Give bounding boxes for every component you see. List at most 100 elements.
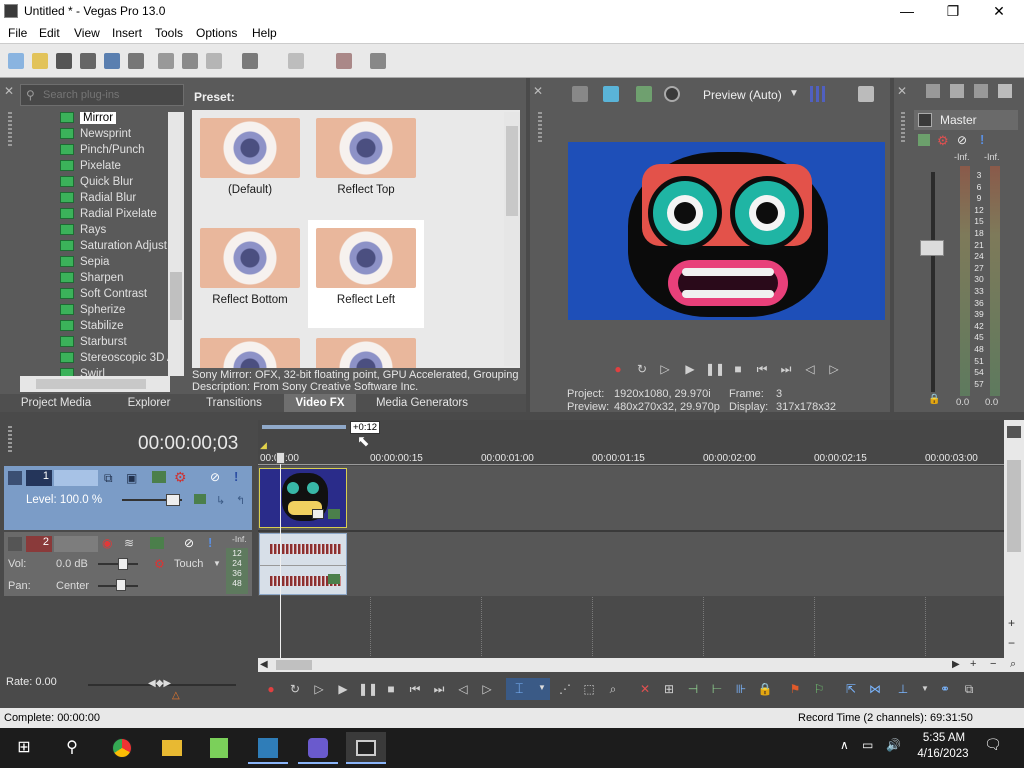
- close-button[interactable]: ✕: [976, 0, 1022, 22]
- previous-frame-icon[interactable]: ◁: [801, 360, 819, 378]
- pause-icon[interactable]: ❚❚: [358, 680, 378, 698]
- master-solo-icon[interactable]: !: [980, 132, 984, 147]
- stop-icon[interactable]: ■: [729, 360, 747, 378]
- track-name-field[interactable]: [54, 536, 98, 552]
- loop-playback-icon[interactable]: ↻: [633, 360, 651, 378]
- delete-icon[interactable]: ✕: [636, 680, 654, 698]
- lock-envelopes-icon[interactable]: ⚭: [936, 680, 954, 698]
- plugin-item[interactable]: Rays: [60, 222, 106, 238]
- external-monitor-icon[interactable]: [603, 86, 619, 102]
- insert-region-icon[interactable]: ⚐: [810, 680, 828, 698]
- minimize-button[interactable]: —: [884, 0, 930, 22]
- preset-item[interactable]: Reflect Top: [308, 110, 424, 218]
- notepad-taskbar-button[interactable]: [200, 732, 240, 764]
- volume-icon[interactable]: 🔊: [886, 738, 901, 752]
- go-to-start-icon[interactable]: ⏮: [406, 680, 424, 698]
- scroll-left-icon[interactable]: ◀: [260, 659, 268, 670]
- record-icon[interactable]: ●: [609, 360, 627, 378]
- menu-tools[interactable]: Tools: [155, 26, 183, 40]
- zoom-out-time-icon[interactable]: −: [990, 658, 996, 670]
- undo-icon[interactable]: [242, 53, 258, 69]
- chrome-taskbar-button[interactable]: [102, 732, 142, 764]
- track-name-field[interactable]: [54, 470, 98, 486]
- plugin-item[interactable]: Starburst: [60, 334, 127, 350]
- vol-slider-thumb[interactable]: [118, 558, 128, 570]
- tab-media-generators[interactable]: Media Generators: [370, 394, 474, 412]
- preset-item[interactable]: Reflect Bottom: [192, 220, 308, 328]
- zoom-in-icon[interactable]: +: [1008, 616, 1015, 630]
- plugin-item[interactable]: Swirl: [60, 366, 105, 376]
- audio-track-header[interactable]: 2 ◉ ≋ ⊘ ! Vol: 0.0 dB ⚙ Touch ▼ Pan: Cen…: [4, 532, 252, 596]
- mute-icon[interactable]: ⊘: [184, 536, 194, 550]
- menu-edit[interactable]: Edit: [39, 26, 60, 40]
- notifications-icon[interactable]: 🗨: [984, 736, 1002, 753]
- close-panel-icon[interactable]: ✕: [897, 84, 907, 98]
- automation-settings-gear-icon[interactable]: ⚙: [154, 557, 165, 571]
- plugin-item[interactable]: Stabilize: [60, 318, 123, 334]
- search-input[interactable]: [43, 87, 181, 103]
- preset-scrollbar[interactable]: [504, 112, 520, 366]
- zoom-tool-icon[interactable]: ⌕: [1010, 658, 1016, 671]
- scroll-thumb[interactable]: [276, 660, 312, 670]
- render-icon[interactable]: [104, 53, 120, 69]
- scroll-thumb[interactable]: [170, 272, 182, 320]
- dim-output-icon[interactable]: [974, 84, 988, 98]
- audio-track-lane[interactable]: [258, 532, 1004, 596]
- plugin-list-scrollbar[interactable]: [168, 112, 184, 376]
- video-event[interactable]: [259, 468, 347, 528]
- menu-view[interactable]: View: [74, 26, 100, 40]
- plugin-item[interactable]: Pinch/Punch: [60, 142, 145, 158]
- plugin-item[interactable]: Saturation Adjust: [60, 238, 167, 254]
- app-taskbar-button[interactable]: [298, 732, 338, 764]
- trim-end-icon[interactable]: ⊢: [708, 680, 726, 698]
- plugin-item[interactable]: Quick Blur: [60, 174, 133, 190]
- open-folder-icon[interactable]: [32, 53, 48, 69]
- plugin-item[interactable]: Radial Pixelate: [60, 206, 157, 222]
- tab-project-media[interactable]: Project Media: [12, 394, 100, 412]
- chevron-down-icon[interactable]: ▼: [789, 88, 799, 99]
- menu-insert[interactable]: Insert: [112, 26, 142, 40]
- make-compositing-parent-icon[interactable]: ↰: [236, 494, 245, 507]
- preset-item[interactable]: [192, 330, 308, 368]
- mixer-properties-icon[interactable]: [926, 84, 940, 98]
- lock-event-icon[interactable]: 🔒: [756, 680, 774, 698]
- loop-region-bar[interactable]: [262, 425, 346, 429]
- master-volume-fader[interactable]: [920, 240, 944, 256]
- lock-icon[interactable]: 🔒: [928, 394, 940, 405]
- close-panel-icon[interactable]: ✕: [4, 84, 14, 98]
- solo-icon[interactable]: !: [234, 469, 238, 484]
- close-panel-icon[interactable]: ✕: [533, 84, 543, 98]
- tab-video-fx[interactable]: Video FX: [284, 394, 356, 412]
- scroll-thumb[interactable]: [506, 126, 518, 216]
- compositing-mode-icon[interactable]: ▣: [126, 471, 137, 485]
- chevron-down-icon[interactable]: ▼: [213, 559, 221, 568]
- overlays-icon[interactable]: [810, 86, 826, 102]
- play-from-start-icon[interactable]: ▷: [656, 360, 674, 378]
- ripple-editing-icon[interactable]: ⊥: [894, 680, 912, 698]
- audio-event[interactable]: [259, 533, 347, 595]
- preview-properties-icon[interactable]: [572, 86, 588, 102]
- save-as-icon[interactable]: [80, 53, 96, 69]
- video-track-lane[interactable]: [258, 466, 1004, 530]
- track-settings-gear-icon[interactable]: ⚙: [174, 469, 187, 486]
- show-hidden-icons-icon[interactable]: ∧: [840, 738, 849, 752]
- play-icon[interactable]: ▶: [681, 360, 699, 378]
- plugin-item-mirror[interactable]: Mirror: [60, 110, 117, 126]
- copy-snapshot-icon[interactable]: [858, 86, 874, 102]
- level-slider-thumb[interactable]: [166, 494, 180, 506]
- preset-item[interactable]: [308, 330, 424, 368]
- file-explorer-taskbar-button[interactable]: [152, 732, 192, 764]
- save-icon[interactable]: [56, 53, 72, 69]
- master-settings-gear-icon[interactable]: ⚙: [937, 133, 949, 149]
- event-fx-icon[interactable]: [328, 509, 340, 519]
- track-fx-icon[interactable]: [152, 471, 166, 483]
- video-track-header[interactable]: 1 ⧉ ▣ ⚙ ⊘ ! Level: 100.0 % ↳ ↰: [4, 466, 252, 530]
- stop-icon[interactable]: ■: [382, 680, 400, 698]
- playhead-handle[interactable]: [276, 452, 285, 464]
- scroll-thumb[interactable]: [1007, 460, 1021, 552]
- plugin-list-hscrollbar[interactable]: [20, 376, 170, 392]
- track-fx-icon[interactable]: [150, 537, 164, 549]
- event-pan-crop-icon[interactable]: [312, 509, 324, 519]
- envelope-tool-icon[interactable]: ⋰: [556, 680, 574, 698]
- split-screen-icon[interactable]: [664, 86, 680, 102]
